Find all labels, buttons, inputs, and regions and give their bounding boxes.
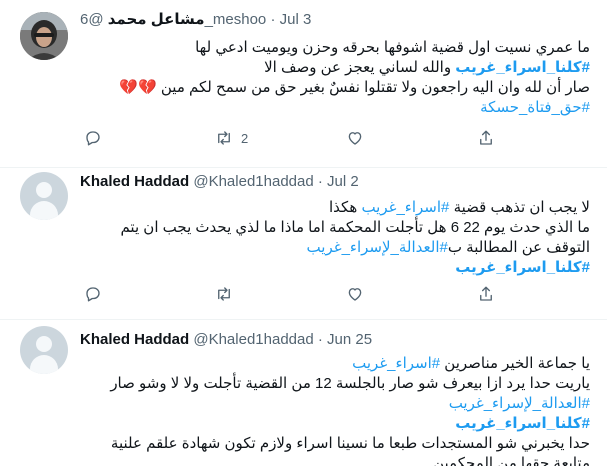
share-button[interactable] <box>477 128 495 148</box>
tweet-header: Khaled Haddad @Khaled1haddad · Jul 2 <box>80 172 359 192</box>
avatar[interactable] <box>20 326 68 374</box>
default-avatar-body <box>30 201 58 220</box>
hashtag-link[interactable]: #حق_فتاة_حسكة <box>480 99 590 116</box>
reply-button[interactable] <box>84 284 102 304</box>
tweet-line-text: والله لساني يعجز عن وصف الا <box>264 59 452 76</box>
retweet-icon <box>218 131 230 145</box>
default-avatar-head <box>36 336 52 352</box>
share-button[interactable] <box>477 284 495 304</box>
reply-button[interactable] <box>84 128 102 148</box>
hashtag-link[interactable]: #كلنا_اسراء_غريب <box>455 415 590 432</box>
user-handle[interactable]: @Khaled1haddad <box>193 331 313 348</box>
hashtag-link[interactable]: #كلنا_اسراء_غريب <box>455 259 590 276</box>
display-name[interactable]: Khaled Haddad <box>80 173 189 190</box>
tweet-line: #كلنا_اسراء_غريب والله لساني يعجز عن وصف… <box>80 58 590 78</box>
tweet-header: Khaled Haddad @Khaled1haddad · Jun 25 <box>80 330 372 350</box>
hashtag-link[interactable]: #كلنا_اسراء_غريب <box>455 59 590 76</box>
avatar[interactable] <box>20 172 68 220</box>
share-icon <box>480 130 492 145</box>
tweet-date[interactable]: Jun 25 <box>327 331 372 348</box>
broken-heart-emoji: 💔💔 <box>119 79 157 96</box>
tweet-line: يا جماعة الخير مناصرين #اسراء_غريب <box>80 354 590 374</box>
tweet-line: #العدالة_لإسراء_غريب <box>80 394 590 414</box>
tweet-line: ما عمري نسيت اول قضية اشوفها بحرقه وحزن … <box>195 39 590 56</box>
default-avatar-head <box>36 182 52 198</box>
tweet-line: التوقف عن المطالبة ب#العدالة_لإسراء_غريب <box>80 238 590 258</box>
reply-icon <box>86 287 100 302</box>
hashtag-link[interactable]: #اسراء_غريب <box>352 355 440 372</box>
user-handle[interactable]: @Khaled1haddad <box>193 173 313 190</box>
tweet-3[interactable]: Khaled Haddad @Khaled1haddad · Jun 25 يا… <box>0 320 607 466</box>
tweet-text: لا يجب ان تذهب قضية #اسراء_غريب هكذا ما … <box>80 198 590 278</box>
tweet-line: صار أن لله وان اليه راجعون ولا تقتلوا نف… <box>80 78 590 98</box>
tweet-line: متابعة حقها من المحكمين <box>433 455 590 466</box>
reply-icon <box>86 131 100 146</box>
hashtag-link[interactable]: #العدالة_لإسراء_غريب <box>449 395 590 412</box>
hashtag-link[interactable]: #العدالة_لإسراء_غريب <box>307 239 448 256</box>
tweet-date[interactable]: Jul 2 <box>327 173 359 190</box>
tweet-line-text: التوقف عن المطالبة ب <box>447 239 590 256</box>
separator-dot: · <box>317 173 323 190</box>
share-icon <box>480 286 492 301</box>
tweet-line: لا يجب ان تذهب قضية #اسراء_غريب هكذا <box>80 198 590 218</box>
tweet-line: #كلنا_اسراء_غريب <box>80 414 590 434</box>
display-name[interactable]: Khaled Haddad <box>80 331 189 348</box>
tweet-actions <box>80 284 590 304</box>
heart-icon <box>348 132 362 145</box>
retweet-button[interactable]: 2 <box>215 128 248 148</box>
tweet-line-text: هكذا <box>329 199 358 216</box>
tweet-1[interactable]: مشاعل محمد @6_meshoo · Jul 3 ما عمري نسي… <box>0 0 607 168</box>
avatar-photo-icon <box>20 12 68 60</box>
default-avatar-body <box>30 355 58 374</box>
tweet-line-text: لا يجب ان تذهب قضية <box>453 199 590 216</box>
tweet-text: ما عمري نسيت اول قضية اشوفها بحرقه وحزن … <box>80 38 590 118</box>
retweet-button[interactable] <box>215 284 233 304</box>
tweet-line: حدا يخبرني شو المستجدات طبعا ما نسينا اس… <box>110 435 590 452</box>
display-name[interactable]: مشاعل محمد <box>108 11 205 28</box>
separator-dot: · <box>317 331 323 348</box>
tweet-line: #كلنا_اسراء_غريب <box>80 258 590 278</box>
tweet-date[interactable]: Jul 3 <box>280 11 312 28</box>
tweet-text: يا جماعة الخير مناصرين #اسراء_غريب ياريت… <box>80 354 590 466</box>
tweet-line-text: صار أن لله وان اليه راجعون ولا تقتلوا نف… <box>160 79 590 96</box>
tweet-line: ياريت حدا يرد ازا بيعرف شو صار بالجلسة 1… <box>110 375 590 392</box>
like-button[interactable] <box>346 128 364 148</box>
tweet-line: #حق_فتاة_حسكة <box>80 98 590 118</box>
tweet-line: ما الذي حدث يوم 22 6 هل تأجلت المحكمة ام… <box>120 219 590 236</box>
tweet-line-text: يا جماعة الخير مناصرين <box>444 355 590 372</box>
tweet-2[interactable]: Khaled Haddad @Khaled1haddad · Jul 2 لا … <box>0 168 607 320</box>
hashtag-link[interactable]: #اسراء_غريب <box>361 199 449 216</box>
tweet-actions: 2 <box>80 128 590 148</box>
retweet-icon <box>218 287 230 301</box>
avatar[interactable] <box>20 12 68 60</box>
retweet-count: 2 <box>241 130 249 146</box>
like-button[interactable] <box>346 284 364 304</box>
heart-icon <box>348 288 362 301</box>
separator-dot: · <box>270 11 276 28</box>
tweet-header: مشاعل محمد @6_meshoo · Jul 3 <box>80 10 311 30</box>
